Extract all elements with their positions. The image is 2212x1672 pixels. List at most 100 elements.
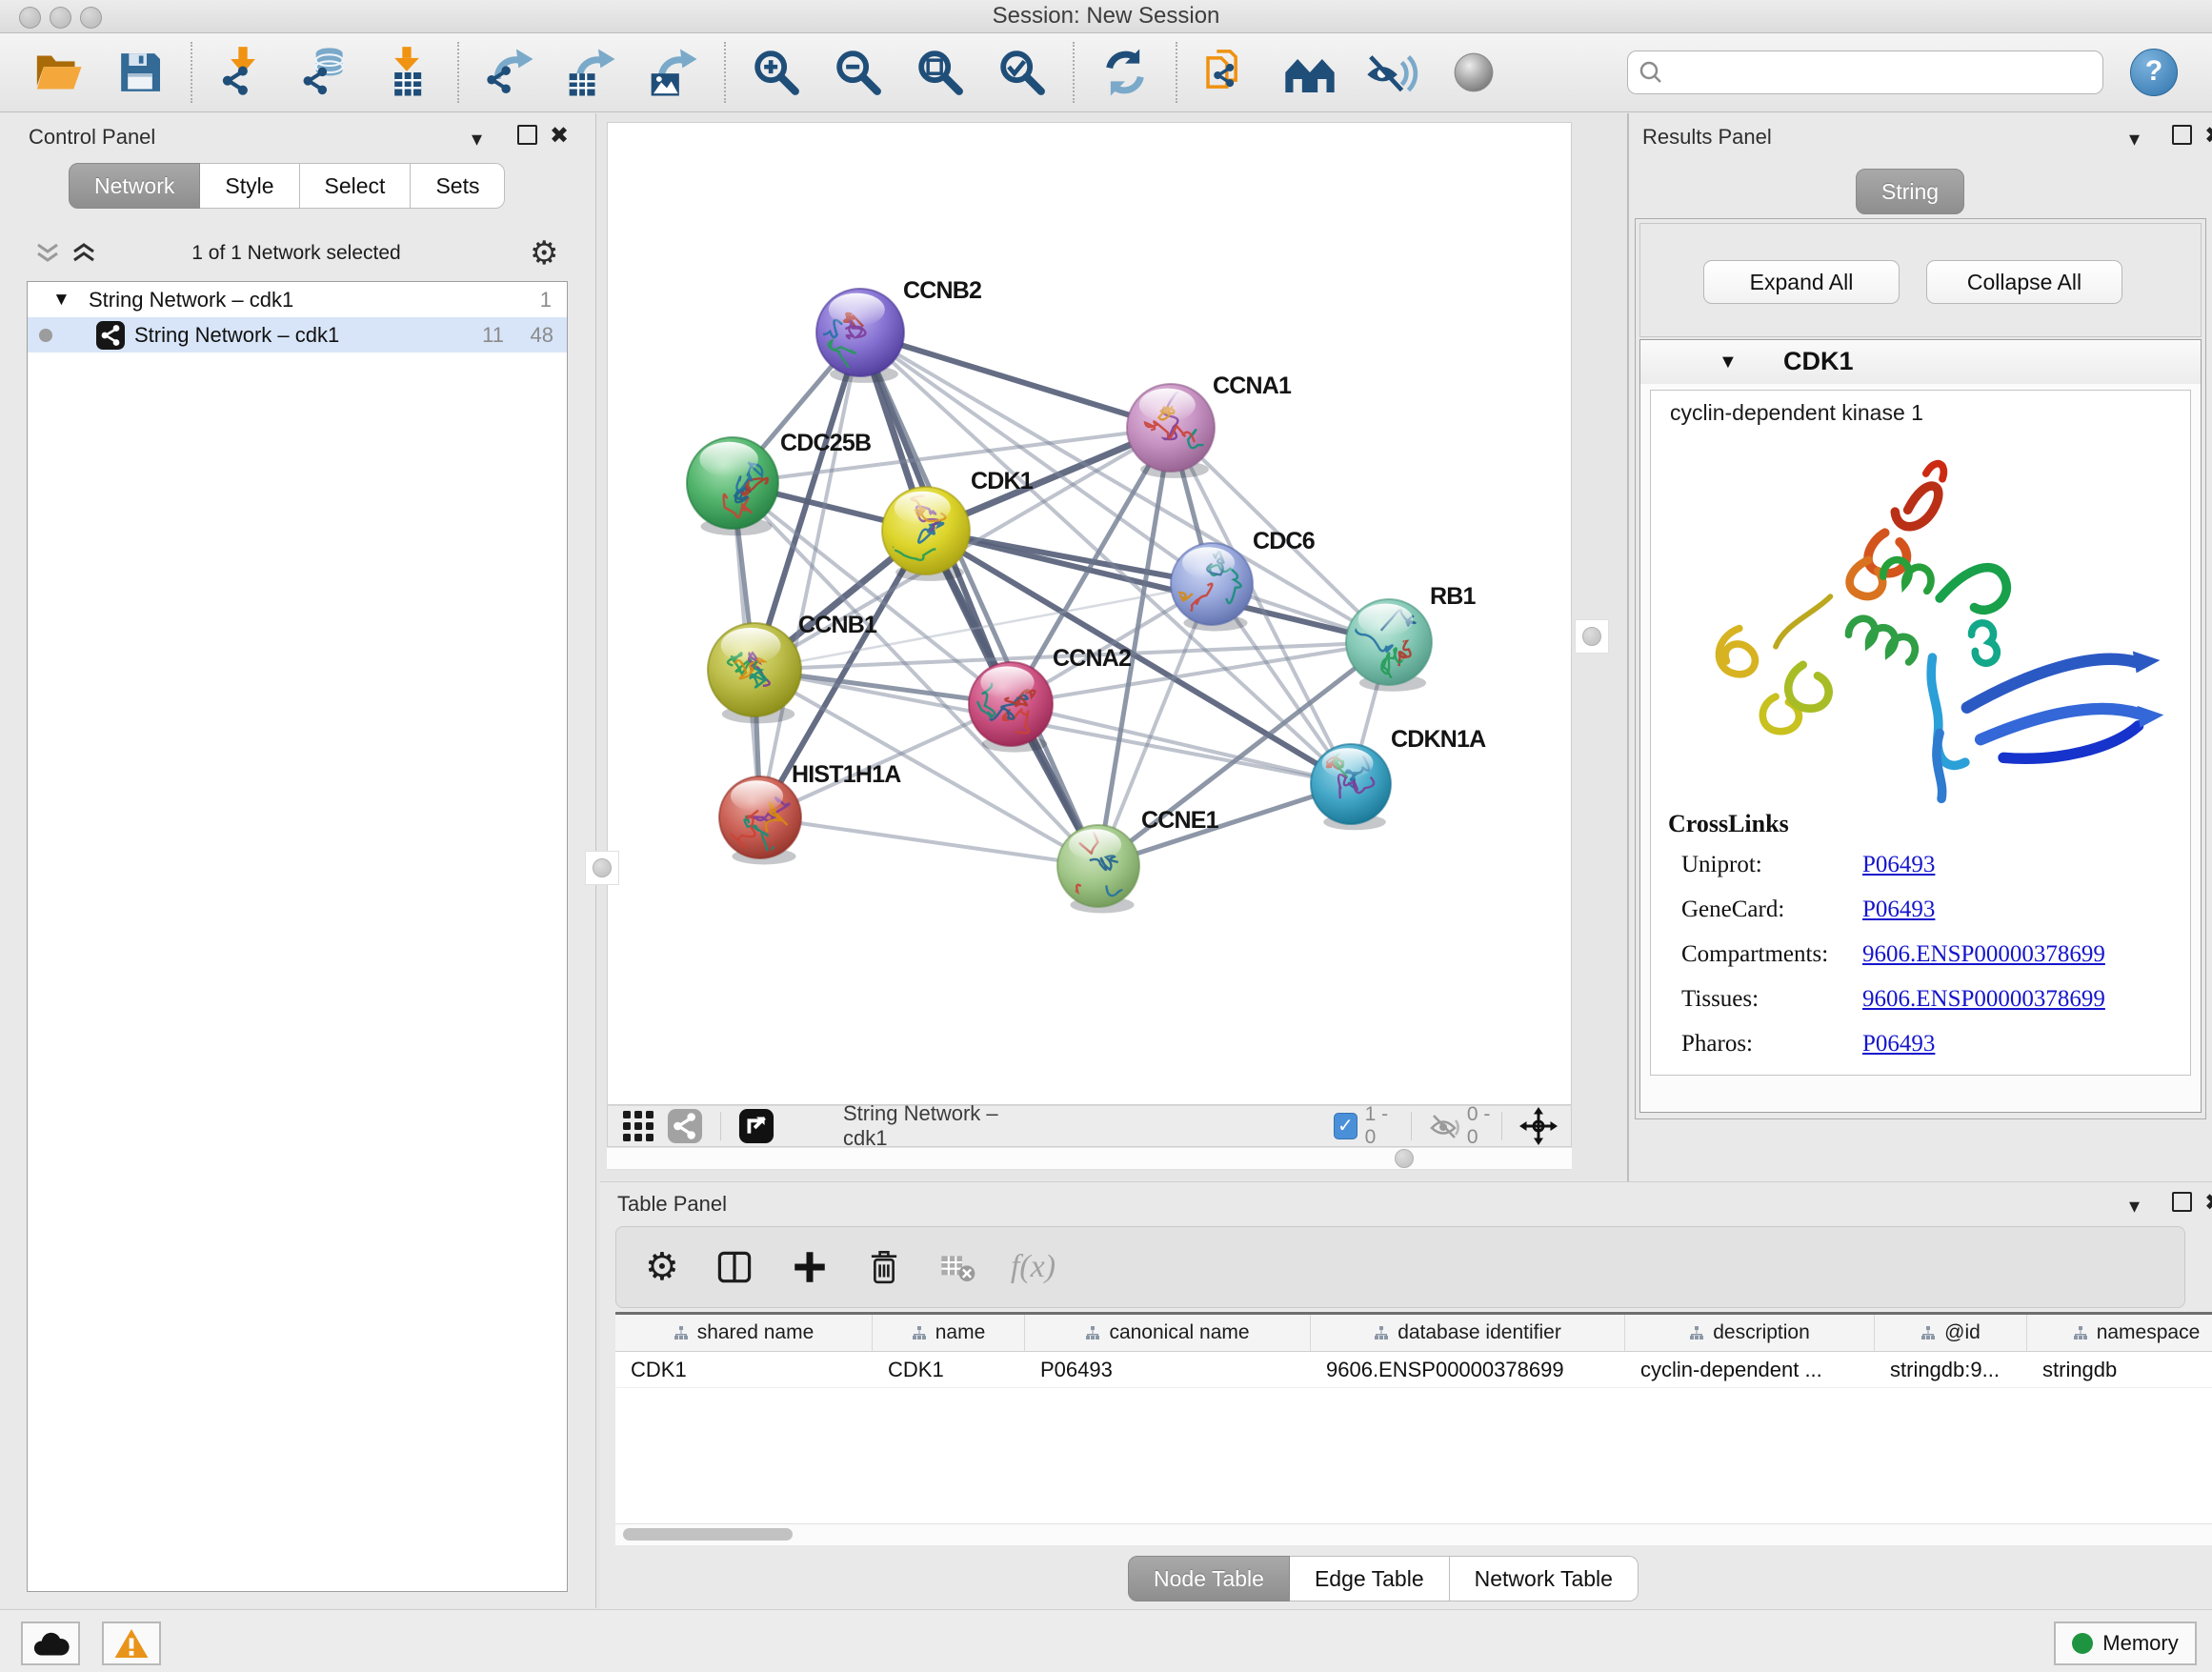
delete-column-icon[interactable] (864, 1245, 904, 1289)
tab-network[interactable]: Network (69, 163, 200, 209)
collapse-entry-icon[interactable]: ▼ (1719, 352, 1738, 373)
tab-sets[interactable]: Sets (411, 163, 505, 209)
warning-button[interactable] (102, 1622, 161, 1665)
column-header-database-identifier[interactable]: database identifier (1311, 1315, 1625, 1351)
export-table-icon[interactable] (565, 46, 618, 99)
string-document-icon[interactable] (1201, 46, 1255, 99)
column-header-namespace[interactable]: namespace (2027, 1315, 2212, 1351)
column-header-canonical-name[interactable]: canonical name (1025, 1315, 1311, 1351)
network-row[interactable]: String Network – cdk1 11 48 (28, 317, 567, 353)
network-edge (860, 332, 1171, 428)
tab-string[interactable]: String (1856, 169, 1964, 214)
crosslink-label: Compartments: (1681, 941, 1862, 968)
export-image-icon[interactable] (647, 46, 700, 99)
crosslink-link[interactable]: P06493 (1862, 852, 1935, 878)
memory-button[interactable]: Memory (2054, 1622, 2197, 1665)
column-header-shared-name[interactable]: shared name (615, 1315, 873, 1351)
expand-all-button[interactable]: Expand All (1703, 260, 1900, 304)
crosslink-link[interactable]: 9606.ENSP00000378699 (1862, 986, 2105, 1013)
crosslink-link[interactable]: 9606.ENSP00000378699 (1862, 941, 2105, 968)
zoom-selected-icon[interactable] (995, 46, 1049, 99)
network-selection-status: 1 of 1 Network selected (27, 230, 566, 277)
tab-style[interactable]: Style (200, 163, 299, 209)
scrollbar-thumb[interactable] (623, 1528, 793, 1541)
network-node-CDK1[interactable] (882, 487, 970, 581)
close-panel-icon[interactable]: ✖ (2204, 1189, 2212, 1217)
crosslink-label: Uniprot: (1681, 852, 1862, 878)
zoom-out-icon[interactable] (832, 46, 885, 99)
network-node-CCNB2[interactable] (812, 289, 904, 383)
grid-view-icon[interactable] (621, 1109, 655, 1143)
network-node-RB1[interactable] (1346, 599, 1432, 692)
network-node-CCNE1[interactable] (1057, 824, 1139, 926)
node-count: 11 (482, 317, 504, 353)
hide-unselected-icon[interactable] (1365, 46, 1418, 99)
network-node-CCNB1[interactable] (708, 623, 801, 723)
table-row[interactable]: CDK1CDK1P064939606.ENSP00000378699cyclin… (615, 1352, 2212, 1388)
open-folder-icon[interactable] (31, 46, 85, 99)
zoom-in-icon[interactable] (750, 46, 803, 99)
table-panel: Table Panel ▾ ✖ ⚙ f(x) shared namenameca… (600, 1181, 2212, 1609)
fit-selected-icon[interactable] (1519, 1107, 1558, 1145)
graphics-details-icon[interactable] (1447, 46, 1500, 99)
search-input[interactable] (1664, 53, 2093, 91)
import-network-file-icon[interactable] (216, 46, 270, 99)
import-network-database-icon[interactable] (298, 46, 352, 99)
node-label-CDC6: CDC6 (1253, 528, 1315, 554)
refresh-icon[interactable] (1098, 46, 1152, 99)
network-node-HIST1H1A[interactable] (719, 776, 801, 864)
string-results-container: Expand All Collapse All ▼ CDK1 cyclin-de… (1635, 218, 2206, 1119)
share-view-icon[interactable] (667, 1108, 703, 1144)
export-network-icon[interactable] (483, 46, 536, 99)
close-panel-icon[interactable]: ✖ (550, 122, 569, 150)
save-icon[interactable] (113, 46, 167, 99)
column-header--id[interactable]: @id (1875, 1315, 2027, 1351)
float-panel-icon[interactable] (2172, 1192, 2192, 1218)
birdseye-view-icon[interactable] (738, 1108, 774, 1144)
selected-checkbox[interactable]: ✓ (1334, 1113, 1357, 1139)
help-button[interactable]: ? (2130, 49, 2178, 96)
gear-icon[interactable]: ⚙ (645, 1248, 679, 1286)
panel-menu-icon[interactable]: ▾ (472, 127, 482, 151)
collapse-tree-icon[interactable]: ▼ (52, 282, 70, 317)
crosslink-label: Pharos: (1681, 1031, 1862, 1058)
tab-select[interactable]: Select (300, 163, 412, 209)
current-network-title: String Network – cdk1 (843, 1101, 1019, 1151)
import-table-icon[interactable] (380, 46, 433, 99)
left-splitter-handle[interactable] (585, 851, 619, 885)
network-view-canvas[interactable]: CCNB2CCNA1CDC25BCDK1CDC6RB1CCNB1CCNA2CDK… (607, 122, 1572, 1105)
add-column-icon[interactable] (790, 1247, 830, 1287)
panel-menu-icon[interactable]: ▾ (2129, 127, 2140, 151)
network-status-dot (39, 329, 52, 342)
crosslink-link[interactable]: P06493 (1862, 896, 1935, 923)
tab-node-table[interactable]: Node Table (1128, 1556, 1290, 1601)
first-neighbors-icon[interactable] (1283, 46, 1337, 99)
network-node-CDC6[interactable] (1164, 543, 1253, 631)
cloud-button[interactable] (21, 1622, 80, 1665)
network-node-CDC25B[interactable] (687, 437, 778, 535)
horizontal-splitter[interactable] (607, 1147, 1572, 1170)
collapse-all-button[interactable]: Collapse All (1926, 260, 2122, 304)
columns-icon[interactable] (714, 1244, 755, 1290)
toolbar-separator (1176, 42, 1177, 103)
zoom-fit-icon[interactable] (914, 46, 967, 99)
network-node-CCNA2[interactable] (969, 662, 1053, 753)
right-splitter-handle[interactable] (1575, 619, 1609, 654)
hidden-counts: 0 - 0 (1467, 1103, 1501, 1149)
panel-menu-icon[interactable]: ▾ (2129, 1194, 2140, 1219)
float-panel-icon[interactable] (517, 125, 537, 151)
close-panel-icon[interactable]: ✖ (2204, 122, 2212, 150)
tab-edge-table[interactable]: Edge Table (1290, 1556, 1450, 1601)
table-cell: stringdb:9... (1875, 1352, 2027, 1387)
crosslink-label: GeneCard: (1681, 896, 1862, 923)
crosslink-link[interactable]: P06493 (1862, 1031, 1935, 1058)
column-header-description[interactable]: description (1625, 1315, 1875, 1351)
tab-network-table[interactable]: Network Table (1450, 1556, 1639, 1601)
float-panel-icon[interactable] (2172, 125, 2192, 151)
table-cell: 9606.ENSP00000378699 (1311, 1352, 1625, 1387)
search-box[interactable] (1627, 50, 2103, 94)
network-collection-row[interactable]: ▼ String Network – cdk1 1 (28, 282, 567, 317)
gear-icon[interactable]: ⚙ (530, 234, 558, 272)
gene-entry-header[interactable]: ▼ CDK1 (1640, 340, 2201, 384)
column-header-name[interactable]: name (873, 1315, 1025, 1351)
